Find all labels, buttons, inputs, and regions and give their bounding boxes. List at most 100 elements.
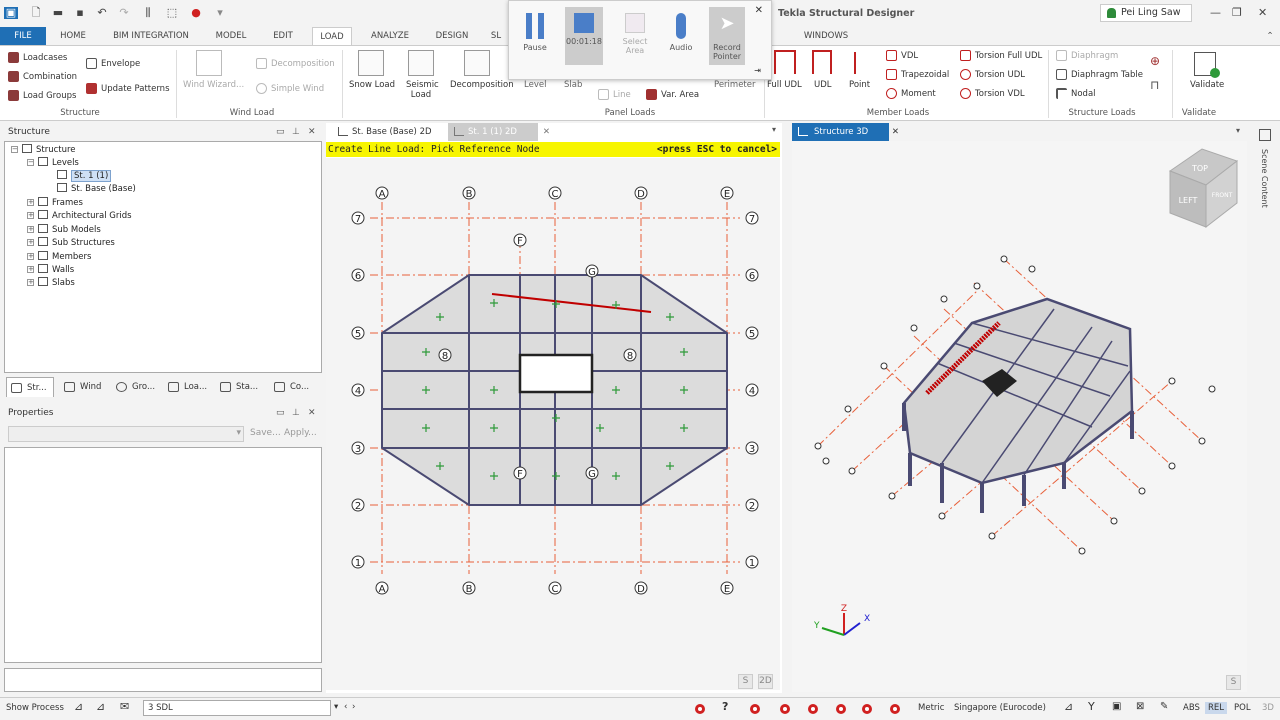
selection-icon[interactable]: Y [1088,700,1095,713]
tree-node-architectural-grids[interactable]: + Architectural Grids [27,210,132,223]
email-icon[interactable]: ✉ [120,700,129,713]
combination-button[interactable]: Combination [8,71,77,82]
tab-edit[interactable]: EDIT [262,27,304,45]
panel-close-icon[interactable]: ✕ [308,408,316,418]
panel-tab-groups[interactable]: Gro... [112,377,160,397]
tree-node-walls[interactable]: + Walls [27,264,74,277]
wind-wizard-button[interactable]: Wind Wizard... [183,80,244,90]
ortho-icon[interactable]: ⊠ [1136,701,1144,712]
stop-record-button[interactable]: 00:01:18 [565,7,603,65]
plan-drawing[interactable]: A B C D E A B C D E 7 6 5 4 3 2 1 7 6 5 … [326,158,780,690]
level-button[interactable]: Level [524,80,546,90]
udl-button[interactable]: UDL [814,80,832,90]
snap-off-icon[interactable] [836,704,846,714]
mode-3d-toggle[interactable]: 3D [1262,703,1274,713]
tree-node-frames[interactable]: + Frames [27,197,83,210]
validate-button[interactable]: Validate [1190,80,1224,90]
design-code-label[interactable]: Singapore (Eurocode) [954,703,1046,713]
grid-snap-icon[interactable]: ▣ [1112,701,1121,712]
snap-off-icon[interactable] [780,704,790,714]
show-process-label[interactable]: Show Process [6,703,64,713]
tab-load[interactable]: LOAD [312,27,352,45]
panel-pin-icon[interactable]: ⊥ [292,127,300,137]
tab-windows[interactable]: WINDOWS [796,27,856,45]
tab-close-icon[interactable]: ✕ [892,123,899,141]
torsion-udl-button[interactable]: Torsion UDL [960,69,1025,80]
snap-off-icon[interactable] [862,704,872,714]
tab-st1-2d[interactable]: St. 1 (1) 2D ✕ [448,123,550,141]
update-patterns-button[interactable]: Update Patterns [86,83,170,94]
panel-tab-status[interactable]: Sta... [216,377,266,397]
line-button[interactable]: Line [598,89,631,100]
decomposition-wind-button[interactable]: Decomposition [256,58,335,69]
loadcase-next-icon[interactable]: › [352,702,355,712]
snap-off-icon[interactable] [750,704,760,714]
torsion-full-udl-button[interactable]: Torsion Full UDL [960,50,1042,61]
units-label[interactable]: Metric [918,703,944,713]
pol-toggle[interactable]: POL [1234,703,1251,713]
moment-button[interactable]: Moment [886,88,936,99]
save-link[interactable]: Save... [250,428,281,438]
view-3d-s-button[interactable]: S [1226,675,1241,690]
snap-icon[interactable]: ⊿ [1064,700,1073,713]
decomposition-button[interactable]: Decomposition [450,80,514,90]
tree-node-members[interactable]: + Members [27,251,91,264]
open-folder-icon[interactable]: ▬ [52,7,64,19]
panel-maximize-icon[interactable]: ▭ [276,127,285,137]
tab-design[interactable]: DESIGN [428,27,476,45]
panel-tab-loading[interactable]: Loa... [164,377,212,397]
redo-icon[interactable]: ↷ [118,7,130,19]
tab-analyze[interactable]: ANALYZE [362,27,418,45]
panel-close-icon[interactable]: ✕ [308,127,316,137]
tree-node-level-base[interactable]: St. Base (Base) [57,183,136,196]
seismic-load-button[interactable]: Seismic Load [406,80,439,100]
load-display-icon[interactable]: ⊿ [96,700,105,713]
tab-bim-integration[interactable]: BIM INTEGRATION [104,27,198,45]
diaphragm-button[interactable]: Diaphragm [1056,50,1118,61]
panel-tab-components[interactable]: Co... [270,377,320,397]
scene-content-sidebar[interactable]: Scene Content [1256,125,1276,245]
tree-node-slabs[interactable]: + Slabs [27,277,75,290]
loadcase-prev-icon[interactable]: ‹ [344,702,347,712]
view-cube[interactable]: TOP LEFT FRONT [1168,148,1239,229]
properties-selector[interactable]: ▾ [8,426,244,442]
stop-icon[interactable]: ● [190,7,202,19]
tab-model[interactable]: MODEL [208,27,254,45]
tree-node-structure[interactable]: − Structure [11,144,76,157]
nodal-button[interactable]: Nodal [1056,88,1096,99]
vdl-button[interactable]: VDL [886,50,918,61]
diaphragm-table-button[interactable]: Diaphragm Table [1056,69,1143,80]
tree-node-sub-structures[interactable]: + Sub Structures [27,237,115,250]
recorder-close-icon[interactable]: ✕ [755,5,763,16]
design-icon[interactable]: ⬚ [166,7,178,19]
simple-wind-button[interactable]: Simple Wind [256,83,324,94]
record-pointer-button[interactable]: ➤ Record Pointer [709,7,745,65]
tab-close-icon[interactable]: ✕ [543,123,550,141]
structure-load-option2-icon[interactable]: ⊓ [1150,78,1159,92]
panel-maximize-icon[interactable]: ▭ [276,408,285,418]
snap-off-icon[interactable] [808,704,818,714]
save-icon[interactable]: ▪ [74,7,86,19]
envelope-button[interactable]: Envelope [86,58,140,69]
audio-button[interactable]: Audio [659,11,703,52]
analyze-icon[interactable]: ⫼ [142,7,154,19]
load-analysis-icon[interactable]: ⊿ [74,700,83,713]
snap-off-icon[interactable] [890,704,900,714]
customize-qat-icon[interactable]: ▾ [214,7,226,19]
tab-st-base-2d[interactable]: St. Base (Base) 2D [332,123,452,141]
tree-node-level-1[interactable]: St. 1 (1) [57,170,112,183]
structure-load-option-icon[interactable]: ⊕ [1150,54,1160,68]
loadcases-button[interactable]: Loadcases [8,52,67,63]
tab-list-icon[interactable]: ▾ [772,125,776,134]
help-icon[interactable]: ? [722,700,728,713]
view-2d-button[interactable]: 2D [758,674,773,689]
panel-tab-wind[interactable]: Wind [60,377,106,397]
view-3d-canvas[interactable]: TOP LEFT FRONT Z X Y S [792,141,1247,692]
panel-tab-structure[interactable]: Str... [6,377,54,397]
trapezoidal-button[interactable]: Trapezoidal [886,69,949,80]
view-2d-canvas[interactable]: A B C D E A B C D E 7 6 5 4 3 2 1 7 6 5 … [326,158,780,690]
select-area-button[interactable]: Select Area [613,11,657,55]
close-icon[interactable]: ✕ [1258,6,1267,19]
user-account[interactable]: Pei Ling Saw [1100,4,1192,22]
abs-toggle[interactable]: ABS [1183,703,1200,713]
